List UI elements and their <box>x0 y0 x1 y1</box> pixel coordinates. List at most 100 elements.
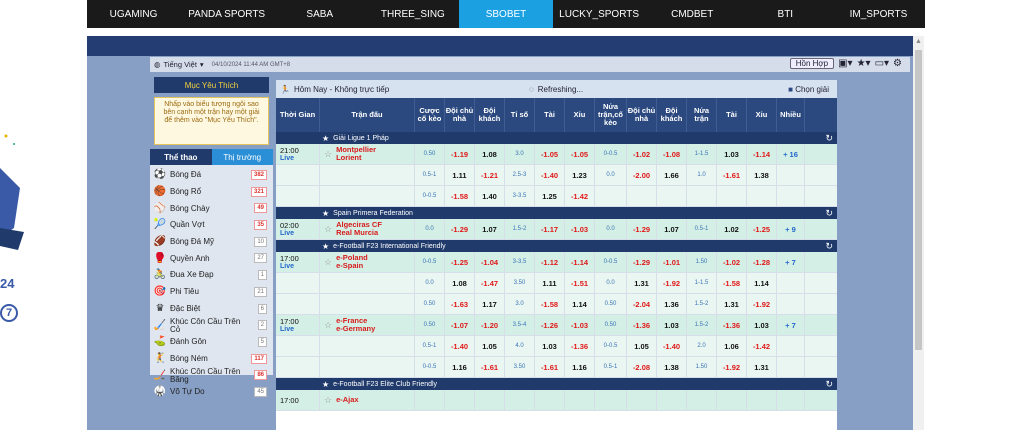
sport-item[interactable]: ♛ Đặc Biệt 6 <box>150 301 273 318</box>
odds-cell[interactable]: -1.42 <box>747 336 777 356</box>
refresh-status[interactable]: ◌ Refreshing... <box>529 85 583 94</box>
odds-cell[interactable]: 1.38 <box>657 357 687 377</box>
favorite-star-icon[interactable]: ★ <box>322 380 329 389</box>
favorite-star-icon[interactable]: ☆ <box>324 224 332 235</box>
sport-item[interactable]: 🏈 Bóng Đá Mỹ 10 <box>150 234 273 251</box>
odds-cell[interactable]: -1.40 <box>445 336 475 356</box>
odds-cell[interactable]: -1.20 <box>475 315 505 335</box>
sport-item[interactable]: 🏀 Bóng Rổ 321 <box>150 184 273 201</box>
sport-item[interactable]: ⚽ Bóng Đá 382 <box>150 167 273 184</box>
away-team[interactable]: e-Germany <box>336 325 375 333</box>
odds-cell[interactable]: -1.58 <box>445 186 475 206</box>
league-header[interactable]: ★ Giải Ligue 1 Pháp ↻ <box>276 132 837 144</box>
odds-cell[interactable]: 1.36 <box>657 294 687 314</box>
odds-cell[interactable]: 1.08 <box>475 144 505 164</box>
more-markets[interactable]: + 16 <box>777 144 805 164</box>
odds-cell[interactable]: -1.05 <box>565 144 595 164</box>
odds-cell[interactable]: 1.40 <box>475 186 505 206</box>
odds-cell[interactable]: -1.36 <box>627 315 657 335</box>
odds-cell[interactable]: 1.16 <box>565 357 595 377</box>
odds-cell[interactable]: -1.14 <box>747 144 777 164</box>
odds-cell[interactable]: -1.04 <box>475 252 505 272</box>
odds-cell[interactable]: -1.29 <box>627 252 657 272</box>
refresh-icon[interactable]: ↻ <box>825 208 833 219</box>
nav-tab-panda-sports[interactable]: PANDA SPORTS <box>180 0 273 28</box>
odds-cell[interactable]: 1.25 <box>535 186 565 206</box>
odds-cell[interactable]: -1.92 <box>657 273 687 293</box>
odds-cell[interactable]: -1.58 <box>717 273 747 293</box>
odds-cell[interactable]: 1.05 <box>475 336 505 356</box>
nav-tab-sbobet[interactable]: SBOBET <box>459 0 553 28</box>
odds-cell[interactable]: -1.02 <box>717 252 747 272</box>
sport-item[interactable]: 🏑 Khúc Côn Cầu Trên Cỏ 2 <box>150 317 273 334</box>
nav-tab-three-sing[interactable]: THREE_SING <box>366 0 459 28</box>
scroll-thumb[interactable] <box>915 50 922 350</box>
sport-item[interactable]: 🥋 Võ Tự Do 45 <box>150 384 273 401</box>
odds-cell[interactable]: 1.38 <box>747 165 777 185</box>
odds-cell[interactable]: 1.03 <box>657 315 687 335</box>
nav-tab-bti[interactable]: BTI <box>739 0 832 28</box>
nav-tab-ugaming[interactable]: UGAMING <box>87 0 180 28</box>
odds-cell[interactable]: -1.36 <box>717 315 747 335</box>
odds-cell[interactable]: -1.07 <box>445 315 475 335</box>
odds-cell[interactable]: -2.08 <box>627 357 657 377</box>
odds-cell[interactable]: -1.03 <box>565 315 595 335</box>
refresh-icon[interactable]: ↻ <box>825 379 833 390</box>
nav-tab-cmdbet[interactable]: CMDBET <box>646 0 739 28</box>
display-icon[interactable]: ▭▾ <box>875 58 889 69</box>
odds-cell[interactable]: -1.92 <box>717 357 747 377</box>
home-team[interactable]: e-Ajax <box>336 396 359 404</box>
odds-cell[interactable]: 1.11 <box>535 273 565 293</box>
mixed-parlay-button[interactable]: Hồn Hợp <box>789 58 835 69</box>
choose-league-button[interactable]: ■ Chọn giải <box>788 85 829 94</box>
scroll-up-icon[interactable]: ▲ <box>915 38 922 45</box>
favorite-star-icon[interactable]: ★ <box>322 134 329 143</box>
nav-tab-im-sports[interactable]: IM_SPORTS <box>832 0 925 28</box>
sport-item[interactable]: 🚴 Đua Xe Đạp 1 <box>150 267 273 284</box>
odds-cell[interactable]: -1.17 <box>535 219 565 239</box>
card-icon[interactable]: ▣▾ <box>838 58 852 69</box>
odds-cell[interactable]: 1.07 <box>657 219 687 239</box>
favorite-star-icon[interactable]: ☆ <box>324 149 332 160</box>
odds-cell[interactable]: -1.47 <box>475 273 505 293</box>
odds-cell[interactable]: -1.63 <box>445 294 475 314</box>
more-markets[interactable]: + 7 <box>777 252 805 272</box>
away-team[interactable]: e-Spain <box>336 262 368 270</box>
odds-cell[interactable]: 1.31 <box>717 294 747 314</box>
odds-cell[interactable]: -1.36 <box>565 336 595 356</box>
sport-item[interactable]: ⚾ Bóng Chày 49 <box>150 200 273 217</box>
odds-cell[interactable]: -1.25 <box>445 252 475 272</box>
favorite-star-icon[interactable]: ☆ <box>324 395 332 406</box>
favorite-star-icon[interactable]: ★ <box>322 242 329 251</box>
star-icon[interactable]: ★▾ <box>857 58 871 69</box>
odds-cell[interactable]: -1.19 <box>445 144 475 164</box>
odds-cell[interactable]: -1.58 <box>535 294 565 314</box>
league-header[interactable]: ★ e-Football F23 Elite Club Friendly ↻ <box>276 378 837 390</box>
odds-cell[interactable]: -1.29 <box>445 219 475 239</box>
sport-item[interactable]: 🥊 Quyền Anh 27 <box>150 250 273 267</box>
odds-cell[interactable]: 1.02 <box>717 219 747 239</box>
odds-cell[interactable]: -1.61 <box>535 357 565 377</box>
favorite-star-icon[interactable]: ★ <box>322 209 329 218</box>
odds-cell[interactable]: -1.26 <box>535 315 565 335</box>
page-scrollbar[interactable]: ▲ <box>913 36 924 430</box>
odds-cell[interactable]: 1.23 <box>565 165 595 185</box>
odds-cell[interactable]: -1.42 <box>565 186 595 206</box>
odds-cell[interactable]: -1.14 <box>565 252 595 272</box>
odds-cell[interactable]: 1.07 <box>475 219 505 239</box>
odds-cell[interactable]: 1.03 <box>747 315 777 335</box>
odds-cell[interactable]: -1.28 <box>747 252 777 272</box>
odds-cell[interactable]: -1.92 <box>747 294 777 314</box>
odds-cell[interactable]: -1.29 <box>627 219 657 239</box>
odds-cell[interactable]: 1.14 <box>747 273 777 293</box>
favorite-star-icon[interactable]: ☆ <box>324 320 332 331</box>
odds-cell[interactable]: -1.40 <box>535 165 565 185</box>
odds-cell[interactable]: 1.14 <box>565 294 595 314</box>
odds-cell[interactable]: -1.21 <box>475 165 505 185</box>
odds-cell[interactable]: 1.05 <box>627 336 657 356</box>
league-header[interactable]: ★ e-Football F23 International Friendly ↻ <box>276 240 837 252</box>
nav-tab-lucky-sports[interactable]: LUCKY_SPORTS <box>553 0 646 28</box>
odds-cell[interactable]: 1.03 <box>717 144 747 164</box>
odds-cell[interactable]: -1.12 <box>535 252 565 272</box>
more-markets[interactable]: + 7 <box>777 315 805 335</box>
